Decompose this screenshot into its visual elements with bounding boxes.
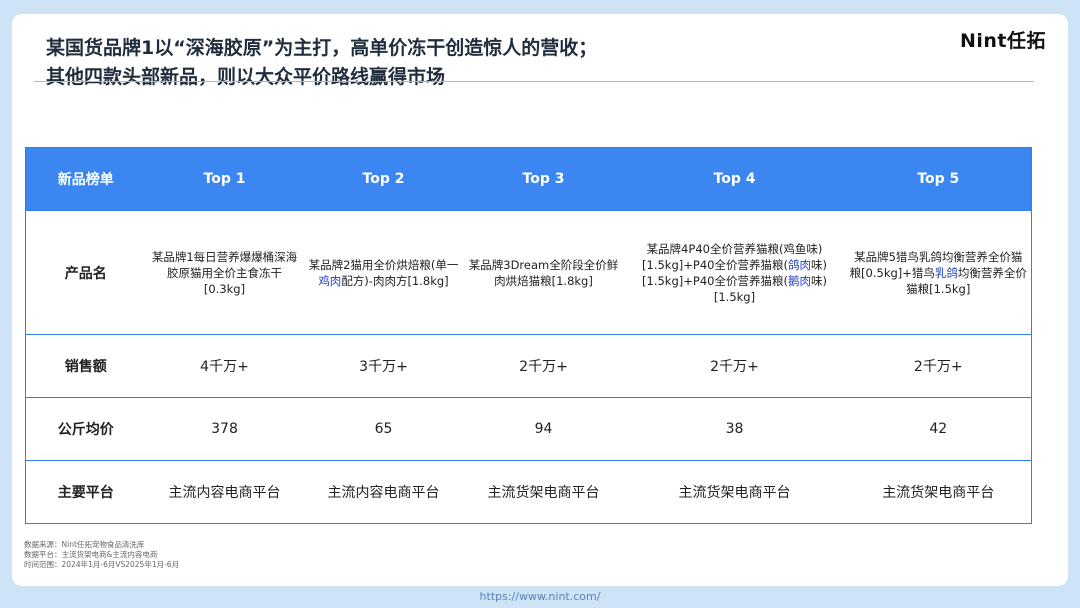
row-label-sales: 销售额 [25, 334, 146, 398]
row-label-price: 公斤均价 [25, 397, 146, 461]
column-header-top1: Top 1 [145, 147, 304, 211]
highlight-text: 鸽肉 [787, 257, 811, 272]
title-line-2: 其他四款头部新品，则以大众平价路线赢得市场 [46, 66, 446, 88]
table-header-row: 新品榜单 Top 1 Top 2 Top 3 Top 4 Top 5 [25, 147, 1032, 211]
product-name-top5: 某品牌5猎鸟乳鸽均衡营养全价猫粮[0.5kg]+猎鸟乳鸽均衡营养全价猫粮[1.5… [845, 210, 1032, 335]
title-line-1: 某国货品牌1以“深海胶原”为主打，高单价冻干创造惊人的营收； [46, 37, 598, 59]
price-cell: 42 [845, 397, 1032, 461]
product-name-top3: 某品牌3Dream全阶段全价鲜肉烘焙猫粮[1.8kg] [463, 210, 624, 335]
highlight-text: 鸡肉 [318, 273, 342, 288]
title-divider [34, 81, 1034, 82]
table-row-platform: 主要平台 主流内容电商平台 主流内容电商平台 主流货架电商平台 主流货架电商平台… [25, 460, 1032, 524]
row-label-platform: 主要平台 [25, 460, 146, 524]
new-products-table: 新品榜单 Top 1 Top 2 Top 3 Top 4 Top 5 产品名 某… [25, 147, 1032, 524]
highlight-text: 乳鸽 [934, 265, 958, 280]
brand-logo: Nint任拓 [959, 30, 1046, 52]
website-link[interactable]: https://www.nint.com/ [0, 590, 1080, 603]
time-range-note: 时间范围：2024年1月-6月VS2025年1月-6月 [24, 560, 180, 569]
column-header-top4: Top 4 [623, 147, 846, 211]
sales-cell: 4千万+ [145, 334, 304, 398]
sales-cell: 2千万+ [623, 334, 846, 398]
table-row-price: 公斤均价 378 65 94 38 42 [25, 397, 1032, 461]
column-header: 新品榜单 [25, 147, 146, 211]
platform-cell: 主流内容电商平台 [145, 460, 304, 524]
highlight-text: 鹅肉 [787, 273, 811, 288]
column-header-top5: Top 5 [845, 147, 1032, 211]
platform-cell: 主流货架电商平台 [463, 460, 624, 524]
footnotes: 数据来源：Nint任拓宠物食品清洗库 数据平台：主流货架电商&主流内容电商 时间… [24, 540, 179, 570]
data-source-note: 数据来源：Nint任拓宠物食品清洗库 [24, 540, 145, 549]
table-row-product: 产品名 某品牌1每日营养爆爆桶深海胶原猫用全价主食冻干[0.3kg] 某品牌2猫… [25, 210, 1032, 335]
price-cell: 38 [623, 397, 846, 461]
platform-cell: 主流货架电商平台 [845, 460, 1032, 524]
price-cell: 378 [145, 397, 304, 461]
data-platform-note: 数据平台：主流货架电商&主流内容电商 [24, 550, 158, 559]
column-header-top3: Top 3 [463, 147, 624, 211]
sales-cell: 2千万+ [845, 334, 1032, 398]
platform-cell: 主流货架电商平台 [623, 460, 846, 524]
price-cell: 65 [303, 397, 464, 461]
sales-cell: 2千万+ [463, 334, 624, 398]
column-header-top2: Top 2 [303, 147, 464, 211]
platform-cell: 主流内容电商平台 [303, 460, 464, 524]
product-name-top1: 某品牌1每日营养爆爆桶深海胶原猫用全价主食冻干[0.3kg] [145, 210, 304, 335]
product-name-top2: 某品牌2猫用全价烘焙粮(单一鸡肉配方)-肉肉方[1.8kg] [303, 210, 464, 335]
sales-cell: 3千万+ [303, 334, 464, 398]
row-label-product: 产品名 [25, 210, 146, 335]
table-row-sales: 销售额 4千万+ 3千万+ 2千万+ 2千万+ 2千万+ [25, 334, 1032, 398]
page-title: 某国货品牌1以“深海胶原”为主打，高单价冻干创造惊人的营收； 其他四款头部新品，… [46, 34, 806, 92]
product-name-top4: 某品牌4P40全价营养猫粮(鸡鱼味)[1.5kg]+P40全价营养猫粮(鸽肉味)… [623, 210, 846, 335]
price-cell: 94 [463, 397, 624, 461]
